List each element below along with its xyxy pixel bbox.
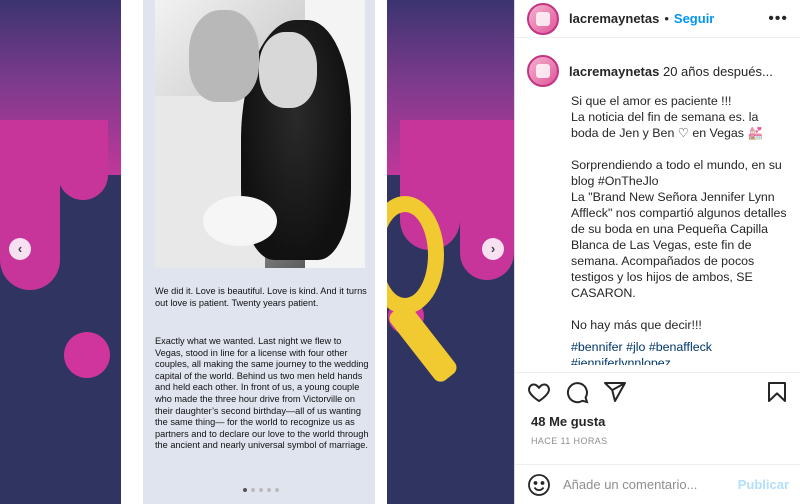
- prev-arrow-button[interactable]: ‹: [9, 238, 31, 260]
- post-sidebar: lacremaynetas • Seguir ••• lacremaynetas…: [514, 0, 800, 504]
- photo-bouquet: [203, 196, 277, 246]
- carousel-dot: [243, 488, 247, 492]
- caption-header: lacremaynetas 20 años después...: [515, 45, 800, 87]
- caption-avatar[interactable]: [527, 55, 559, 87]
- header-separator: •: [664, 11, 669, 26]
- wedding-photo: [155, 0, 365, 268]
- caption-intro: 20 años después...: [662, 63, 773, 79]
- comment-icon[interactable]: [565, 380, 589, 404]
- caption-area: lacremaynetas 20 años después... Si que …: [515, 45, 800, 365]
- carousel-dot: [267, 488, 271, 492]
- hashtag-line[interactable]: #bennifer #jlo #benaffleck: [571, 339, 789, 355]
- heart-icon[interactable]: [527, 380, 551, 404]
- drip-shape: [0, 120, 60, 290]
- smiley-icon[interactable]: [527, 473, 551, 497]
- carousel-dot: [259, 488, 263, 492]
- next-arrow-button[interactable]: ›: [482, 238, 504, 260]
- drip-shape: [58, 120, 108, 200]
- post-card-inner: We did it. Love is beautiful. Love is ki…: [143, 0, 375, 504]
- follow-button[interactable]: Seguir: [674, 11, 714, 26]
- action-bar: [515, 372, 800, 410]
- post-media: We did it. Love is beautiful. Love is ki…: [0, 0, 514, 504]
- caption-body: Si que el amor es paciente !!! La notici…: [571, 94, 787, 332]
- share-icon[interactable]: [603, 380, 627, 404]
- carousel-dot: [251, 488, 255, 492]
- comment-input[interactable]: [563, 477, 733, 492]
- decorative-dot: [64, 332, 110, 378]
- card-text-body: Exactly what we wanted. Last night we fl…: [155, 336, 369, 451]
- carousel-dots: [243, 488, 279, 492]
- card-text-intro: We did it. Love is beautiful. Love is ki…: [155, 286, 367, 308]
- avatar[interactable]: [527, 2, 559, 35]
- comment-bar: Publicar: [515, 464, 800, 504]
- post-timestamp[interactable]: HACE 11 HORAS: [531, 436, 608, 446]
- hashtag-line[interactable]: #jenniferlynnlopez: [571, 355, 789, 365]
- caption-username[interactable]: lacremaynetas: [569, 64, 659, 79]
- carousel-dot: [275, 488, 279, 492]
- post-card: We did it. Love is beautiful. Love is ki…: [121, 0, 387, 504]
- publish-button[interactable]: Publicar: [738, 477, 789, 492]
- header-username[interactable]: lacremaynetas: [569, 11, 659, 26]
- hashtags: #bennifer #jlo #benaffleck #jenniferlynn…: [515, 333, 800, 365]
- likes-count[interactable]: 48 Me gusta: [531, 414, 605, 429]
- photo-face-woman: [259, 32, 317, 108]
- more-icon[interactable]: •••: [768, 10, 788, 28]
- bookmark-icon[interactable]: [765, 380, 789, 404]
- caption-head: lacremaynetas 20 años después...: [569, 64, 773, 79]
- photo-face-man: [189, 10, 259, 102]
- post-header: lacremaynetas • Seguir •••: [515, 0, 800, 38]
